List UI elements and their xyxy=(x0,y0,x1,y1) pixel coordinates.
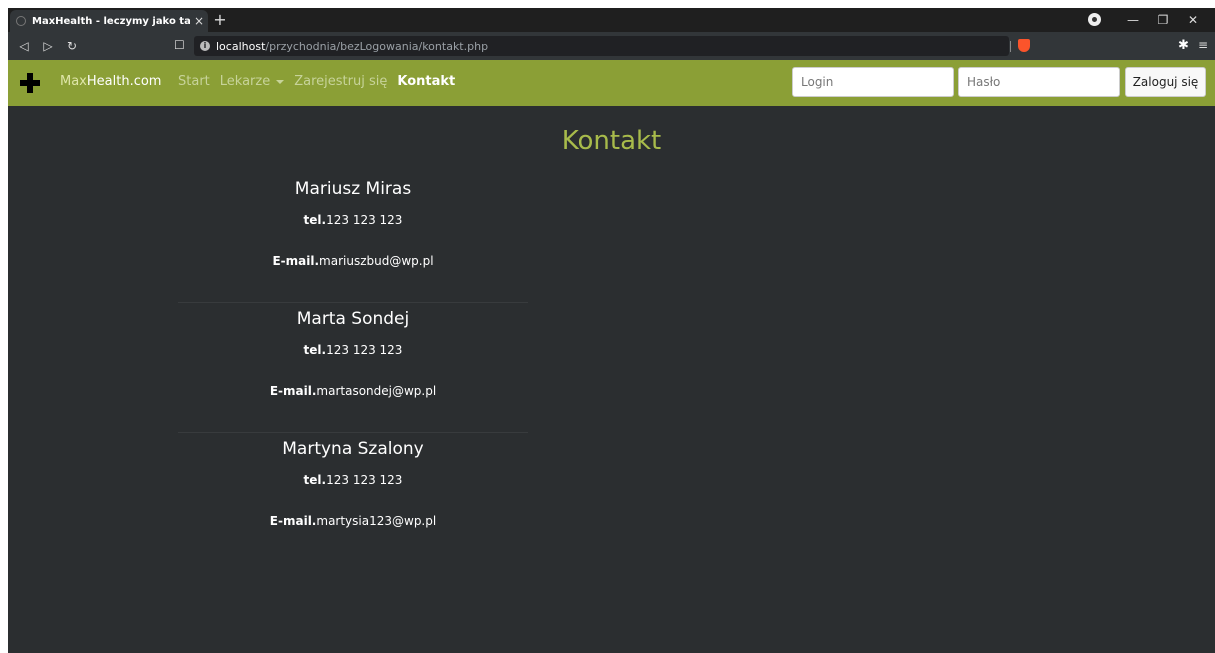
nav-link-zarejestruj[interactable]: Zarejestruj się xyxy=(294,74,387,89)
contact-card: Martyna Szalony tel.123 123 123 E-mail.m… xyxy=(178,433,528,563)
brand-prefix: Max xyxy=(60,74,87,89)
contact-email: martysia123@wp.pl xyxy=(316,514,437,528)
contact-card: Mariusz Miras tel.123 123 123 E-mail.mar… xyxy=(178,173,528,303)
contact-phone-line: tel.123 123 123 xyxy=(178,343,528,357)
nav-links: Start Lekarze Zarejestruj się Kontakt xyxy=(178,74,465,89)
contact-phone: 123 123 123 xyxy=(326,343,403,357)
profile-icon[interactable] xyxy=(1088,13,1101,26)
tel-label: tel. xyxy=(303,343,327,357)
brand-rest: Health.com xyxy=(86,74,162,89)
email-label: E-mail. xyxy=(269,384,317,398)
contact-email: martasondej@wp.pl xyxy=(316,384,437,398)
browser-window: MaxHealth - leczymy jako tako × + — ❐ ✕ … xyxy=(8,8,1215,653)
globe-icon xyxy=(16,16,26,26)
tel-label: tel. xyxy=(303,473,327,487)
nav-link-start[interactable]: Start xyxy=(178,74,210,89)
site-navbar: MaxHealth.com Start Lekarze Zarejestruj … xyxy=(8,60,1215,106)
reload-icon[interactable]: ↻ xyxy=(60,39,84,53)
restore-button[interactable]: ❐ xyxy=(1148,13,1178,27)
contact-phone: 123 123 123 xyxy=(326,213,403,227)
medical-cross-logo-icon[interactable] xyxy=(20,73,40,93)
contact-card: Marta Sondej tel.123 123 123 E-mail.mart… xyxy=(178,303,528,433)
new-tab-button[interactable]: + xyxy=(212,12,228,28)
contact-list: Mariusz Miras tel.123 123 123 E-mail.mar… xyxy=(178,173,528,563)
contact-phone-line: tel.123 123 123 xyxy=(178,213,528,227)
extensions-icon[interactable]: ✱ xyxy=(1178,38,1189,53)
nav-link-kontakt[interactable]: Kontakt xyxy=(397,74,455,89)
url-host: localhost xyxy=(216,39,266,53)
contact-email-line: E-mail.mariuszbud@wp.pl xyxy=(178,254,528,268)
info-icon[interactable]: i xyxy=(200,41,210,51)
nav-dropdown-lekarze[interactable]: Lekarze xyxy=(219,74,285,89)
contact-phone-line: tel.123 123 123 xyxy=(178,473,528,487)
tab-close-icon[interactable]: × xyxy=(190,14,208,28)
address-bar[interactable]: i localhost /przychodnia/bezLogowania/ko… xyxy=(194,36,1009,56)
contact-email-line: E-mail.martasondej@wp.pl xyxy=(178,384,528,398)
page-title: Kontakt xyxy=(561,126,662,156)
brave-shield-icon[interactable] xyxy=(1018,39,1030,52)
contact-name: Martyna Szalony xyxy=(282,439,424,459)
contact-email: mariuszbud@wp.pl xyxy=(319,254,434,268)
forward-icon[interactable]: ▷ xyxy=(36,39,60,53)
back-icon[interactable]: ◁ xyxy=(12,39,36,53)
toolbar-divider xyxy=(1010,41,1011,52)
url-path: /przychodnia/bezLogowania/kontakt.php xyxy=(265,39,489,53)
nav-link-lekarze-label: Lekarze xyxy=(219,74,271,89)
chevron-down-icon xyxy=(276,79,285,84)
contact-name: Marta Sondej xyxy=(296,309,410,329)
email-label: E-mail. xyxy=(269,514,317,528)
contact-email-line: E-mail.martysia123@wp.pl xyxy=(178,514,528,528)
tab-title: MaxHealth - leczymy jako tako xyxy=(32,15,190,27)
menu-icon[interactable]: ≡ xyxy=(1198,38,1208,52)
tel-label: tel. xyxy=(303,213,327,227)
tab-strip: MaxHealth - leczymy jako tako × + — ❐ ✕ xyxy=(8,8,1215,32)
contact-phone: 123 123 123 xyxy=(326,473,403,487)
browser-toolbar: ◁ ▷ ↻ ☐ i localhost /przychodnia/bezLogo… xyxy=(8,32,1215,60)
login-button[interactable]: Zaloguj się xyxy=(1125,67,1206,97)
password-input[interactable] xyxy=(958,67,1120,97)
browser-tab[interactable]: MaxHealth - leczymy jako tako × xyxy=(10,10,208,32)
contact-name: Mariusz Miras xyxy=(294,179,412,199)
bookmark-icon[interactable]: ☐ xyxy=(174,38,185,52)
brand-link[interactable]: MaxHealth.com xyxy=(60,74,161,89)
login-input[interactable] xyxy=(792,67,954,97)
close-window-button[interactable]: ✕ xyxy=(1178,13,1208,27)
minimize-button[interactable]: — xyxy=(1118,13,1148,27)
email-label: E-mail. xyxy=(272,254,320,268)
